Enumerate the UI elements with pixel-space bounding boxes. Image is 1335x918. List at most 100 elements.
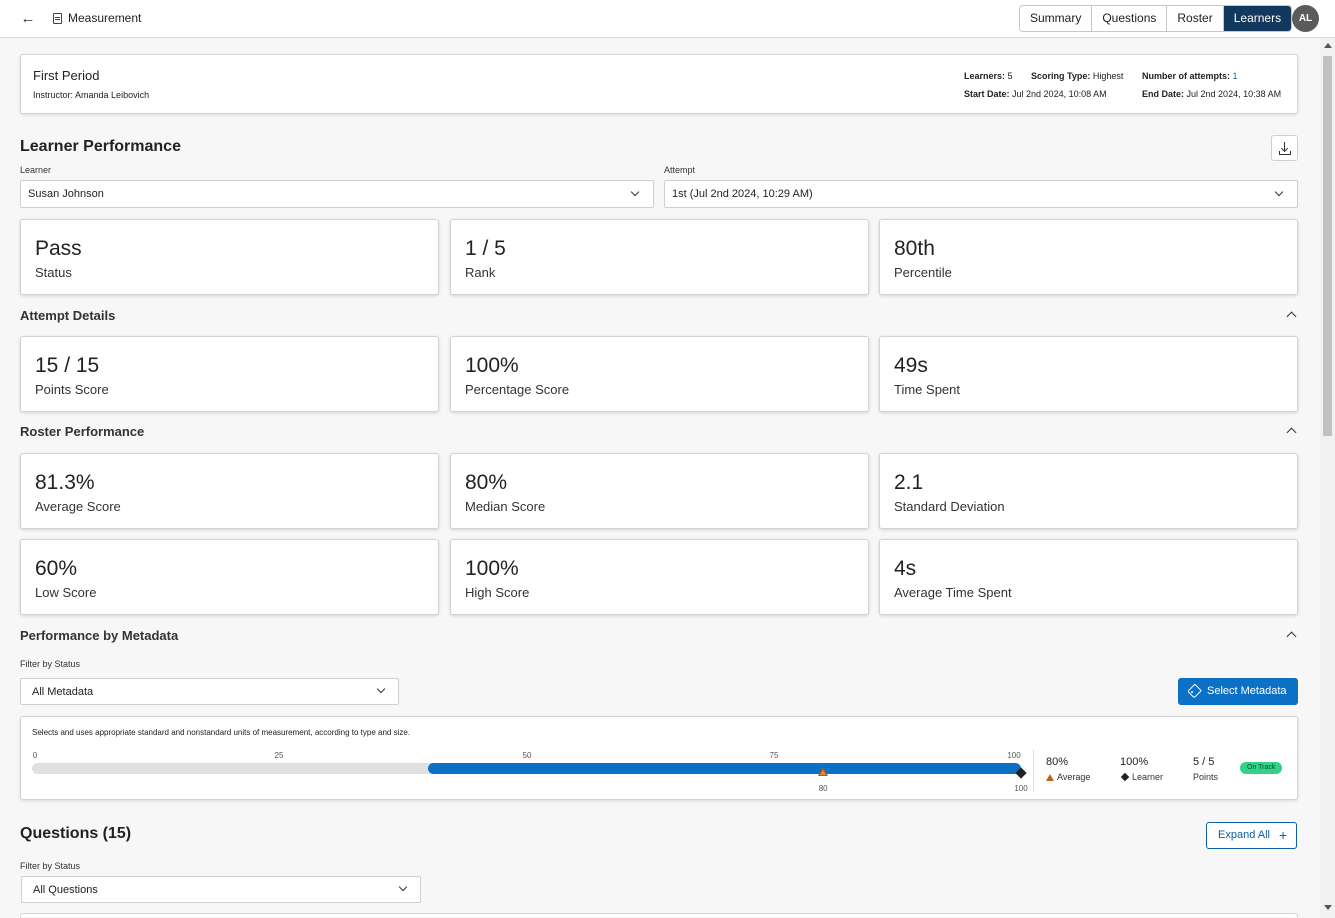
- metadata-heading: Performance by Metadata: [20, 628, 179, 643]
- questions-heading: Questions (15): [20, 825, 132, 842]
- stat-value: 1 / 5: [465, 237, 506, 260]
- stat-label: Standard Deviation: [894, 499, 1005, 514]
- instructor-label: Instructor:: [33, 90, 74, 100]
- scale-tick-0: 0: [32, 751, 38, 760]
- learner-legend-label: Learner: [1132, 772, 1164, 782]
- select-metadata-label: Select Metadata: [1207, 685, 1287, 697]
- stat-label: Low Score: [35, 585, 97, 600]
- learner-legend: Learner: [1120, 772, 1164, 782]
- scoring-value: Highest: [1092, 71, 1124, 81]
- average-time-card: 4s Average Time Spent: [879, 539, 1298, 615]
- average-value: 80%: [1046, 756, 1069, 768]
- stat-label: Points Score: [35, 382, 109, 397]
- questions-filter-label: Filter by Status: [20, 861, 81, 871]
- stat-value: 4s: [894, 557, 917, 580]
- end-label: End Date:: [1142, 89, 1185, 99]
- average-legend-label: Average: [1057, 772, 1091, 782]
- collapse-attempt-details-icon[interactable]: [1286, 311, 1297, 322]
- stat-label: High Score: [465, 585, 530, 600]
- rank-card: 1 / 5 Rank: [450, 219, 869, 295]
- learner-performance-heading: Learner Performance: [20, 138, 181, 155]
- chevron-down-icon: [1274, 187, 1284, 197]
- tab-questions[interactable]: Questions: [1092, 6, 1168, 31]
- tab-summary[interactable]: Summary: [1020, 6, 1093, 31]
- download-button[interactable]: [1271, 135, 1298, 161]
- document-icon: [53, 13, 62, 24]
- percentile-card: 80th Percentile: [879, 219, 1298, 295]
- stat-value: 60%: [35, 557, 78, 580]
- stat-label: Average Score: [35, 499, 121, 514]
- learner-label: Learner: [20, 165, 52, 175]
- questions-filter-select[interactable]: All Questions: [21, 876, 421, 903]
- end-value: Jul 2nd 2024, 10:38 AM: [1186, 89, 1282, 99]
- instructor: Instructor: Amanda Leibovich: [33, 90, 149, 100]
- stat-value: 49s: [894, 354, 928, 377]
- average-marker-icon: [818, 767, 829, 776]
- roster-performance-heading: Roster Performance: [20, 424, 145, 439]
- stat-label: Percentage Score: [465, 382, 570, 397]
- stat-value: 80%: [465, 471, 508, 494]
- period-name: First Period: [33, 68, 100, 83]
- metadata-filter-select[interactable]: All Metadata: [20, 678, 399, 705]
- metadata-item-card: Selects and uses appropriate standard an…: [20, 716, 1298, 800]
- points-value: 5 / 5: [1193, 756, 1215, 768]
- expand-all-button[interactable]: Expand All +: [1206, 822, 1297, 849]
- learners-count: Learners: 5: [964, 71, 1013, 81]
- view-tabs: Summary Questions Roster Learners: [1019, 5, 1293, 32]
- scroll-down-arrow-icon[interactable]: [1324, 905, 1332, 910]
- chevron-down-icon: [398, 882, 408, 892]
- attempts-label: Number of attempts:: [1142, 71, 1231, 81]
- learners-value: 5: [1007, 71, 1013, 81]
- back-arrow-icon[interactable]: ←: [18, 9, 38, 29]
- start-label: Start Date:: [964, 89, 1010, 99]
- scale-tick-50: 50: [522, 751, 532, 760]
- attempt-details-heading: Attempt Details: [20, 308, 116, 323]
- chevron-down-icon: [376, 684, 386, 694]
- scroll-thumb[interactable]: [1323, 56, 1332, 436]
- stat-label: Average Time Spent: [894, 585, 1012, 600]
- select-metadata-button[interactable]: Select Metadata: [1178, 678, 1298, 705]
- percentage-score-card: 100% Percentage Score: [450, 336, 869, 412]
- start-date: Start Date: Jul 2nd 2024, 10:08 AM: [964, 89, 1107, 99]
- expand-all-label: Expand All: [1218, 829, 1270, 841]
- scoring-type: Scoring Type: Highest: [1031, 71, 1123, 81]
- learner-diamond-icon: [1120, 772, 1130, 782]
- collapse-metadata-icon[interactable]: [1286, 631, 1297, 642]
- tab-roster[interactable]: Roster: [1167, 6, 1224, 31]
- median-score-card: 80% Median Score: [450, 453, 869, 529]
- question-card: [20, 913, 1298, 918]
- metadata-description: Selects and uses appropriate standard an…: [32, 728, 411, 737]
- learner-marker-label: 100: [1014, 784, 1028, 793]
- chevron-down-icon: [630, 187, 640, 197]
- questions-filter-value: All Questions: [33, 884, 98, 896]
- average-triangle-icon: [1046, 774, 1054, 781]
- learner-select-value: Susan Johnson: [28, 188, 104, 200]
- collapse-roster-performance-icon[interactable]: [1286, 427, 1297, 438]
- scoring-label: Scoring Type:: [1031, 71, 1091, 81]
- points-score-card: 15 / 15 Points Score: [20, 336, 439, 412]
- stat-label: Time Spent: [894, 382, 960, 397]
- stat-label: Status: [35, 265, 72, 280]
- divider: [1033, 750, 1034, 792]
- scrollbar[interactable]: [1320, 38, 1335, 918]
- stat-value: Pass: [35, 237, 82, 260]
- learner-select[interactable]: Susan Johnson: [20, 180, 654, 208]
- scale-tick-100: 100: [1007, 751, 1021, 760]
- class-info-card: First Period Instructor: Amanda Leibovic…: [20, 54, 1298, 114]
- scale-tick-75: 75: [769, 751, 779, 760]
- attempt-select[interactable]: 1st (Jul 2nd 2024, 10:29 AM): [664, 180, 1298, 208]
- average-marker-label: 80: [818, 784, 828, 793]
- stat-value: 15 / 15: [35, 354, 100, 377]
- attempts-value: 1: [1232, 71, 1238, 81]
- attempts-count: Number of attempts: 1: [1142, 71, 1238, 81]
- scroll-up-arrow-icon[interactable]: [1324, 43, 1332, 48]
- plus-icon: +: [1279, 827, 1288, 843]
- scale-tick-25: 25: [274, 751, 284, 760]
- tab-learners[interactable]: Learners: [1223, 6, 1292, 31]
- avatar[interactable]: AL: [1292, 5, 1319, 32]
- attempt-label: Attempt: [664, 165, 696, 175]
- stat-label: Median Score: [465, 499, 546, 514]
- start-value: Jul 2nd 2024, 10:08 AM: [1012, 89, 1107, 99]
- top-bar: ← Measurement Summary Questions Roster L…: [0, 0, 1335, 38]
- stat-value: 100%: [465, 354, 519, 377]
